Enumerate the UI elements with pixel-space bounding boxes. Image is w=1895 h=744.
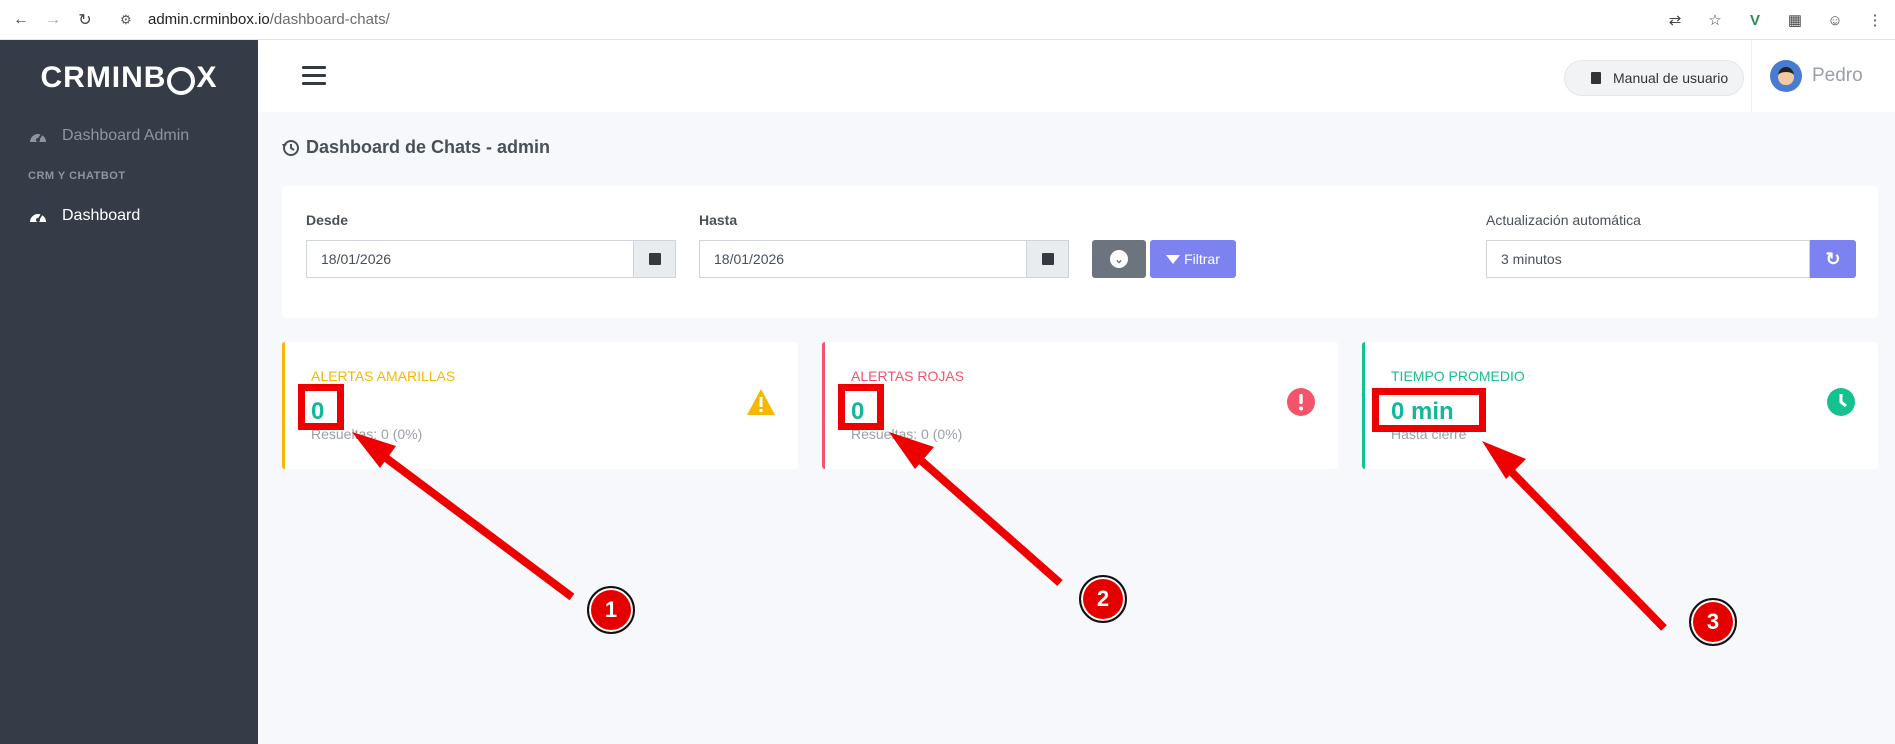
tachometer-icon <box>28 126 48 146</box>
red-alerts-card: ALERTAS ROJAS 0 Resueltas: 0 (0%) <box>822 342 1338 469</box>
sidebar-item-dashboard-admin[interactable]: Dashboard Admin <box>0 116 258 156</box>
filter-button-label: Filtrar <box>1184 251 1220 267</box>
refresh-icon: ↻ <box>1825 248 1841 269</box>
chat-bubble-logo-icon <box>167 67 196 95</box>
toggle-filters-button[interactable]: ⌄ <box>1092 240 1146 278</box>
top-header: Manual de usuario Pedro <box>258 40 1895 112</box>
brand-text-left: CRMINB <box>40 61 167 94</box>
user-name: Pedro <box>1812 65 1863 86</box>
back-icon[interactable]: ← <box>10 9 32 31</box>
annotation-highlight-3 <box>1372 388 1486 432</box>
clock-icon <box>1827 388 1855 416</box>
brand-text-right: X <box>196 61 218 94</box>
annotation-highlight-1 <box>298 384 344 430</box>
sidebar-item-label: Dashboard <box>62 207 141 224</box>
url-path: /dashboard-chats/ <box>269 11 390 28</box>
sidebar-item-label: Dashboard Admin <box>62 127 190 144</box>
refresh-button[interactable]: ↻ <box>1810 240 1856 278</box>
card-title: ALERTAS ROJAS <box>851 368 965 384</box>
page-title-text: Dashboard de Chats - admin <box>306 137 551 157</box>
chevron-down-icon: ⌄ <box>1110 250 1128 268</box>
card-title: ALERTAS AMARILLAS <box>311 368 456 384</box>
history-icon <box>282 139 299 156</box>
annotation-highlight-2 <box>838 384 884 430</box>
vue-extension-icon[interactable]: V <box>1745 10 1765 30</box>
address-bar[interactable]: ⚙ admin.crminbox.io/dashboard-chats/ <box>120 11 390 28</box>
calendar-icon <box>648 253 661 265</box>
browser-actions: ⇄ ☆ V ▦ ☺ ⋮ <box>1665 0 1885 40</box>
book-icon <box>1591 72 1601 84</box>
annotation-badge-1: 1 <box>587 586 635 634</box>
extensions-icon[interactable]: ▦ <box>1785 10 1805 30</box>
calendar-icon <box>1041 253 1054 265</box>
desde-label: Desde <box>306 212 349 228</box>
browser-toolbar: ← → ↻ ⚙ admin.crminbox.io/dashboard-chat… <box>0 0 1895 40</box>
warning-icon <box>747 389 775 415</box>
annotation-badge-2: 2 <box>1079 575 1127 623</box>
annotation-badge-3: 3 <box>1689 598 1737 646</box>
filter-card: Desde 18/01/2026 Hasta 18/01/2026 ⌄ Filt… <box>282 186 1878 318</box>
exclamation-icon <box>1287 388 1315 416</box>
sidebar: CRMINB X Dashboard Admin CRM Y CHATBOT Da… <box>0 40 258 744</box>
filter-icon <box>1166 254 1181 264</box>
card-title: TIEMPO PROMEDIO <box>1391 368 1525 384</box>
bookmark-star-icon[interactable]: ☆ <box>1705 10 1725 30</box>
yellow-alerts-card: ALERTAS AMARILLAS 0 Resueltas: 0 (0%) <box>282 342 798 469</box>
avatar <box>1770 60 1802 92</box>
brand-logo[interactable]: CRMINB X <box>0 40 258 116</box>
hasta-label: Hasta <box>699 212 738 228</box>
menu-icon[interactable]: ⋮ <box>1865 10 1885 30</box>
hasta-calendar-button[interactable] <box>1027 240 1069 278</box>
page-title: Dashboard de Chats - admin <box>282 137 550 158</box>
auto-refresh-select[interactable]: 3 minutos <box>1486 240 1810 278</box>
desde-date-input[interactable]: 18/01/2026 <box>306 240 634 278</box>
auto-refresh-label: Actualización automática <box>1486 212 1641 228</box>
hasta-date-input[interactable]: 18/01/2026 <box>699 240 1027 278</box>
hamburger-menu-icon[interactable] <box>302 66 326 86</box>
user-menu[interactable]: Pedro <box>1751 40 1895 112</box>
site-settings-icon[interactable]: ⚙ <box>120 12 136 28</box>
profile-icon[interactable]: ☺ <box>1825 10 1845 30</box>
reload-icon[interactable]: ↻ <box>74 9 96 31</box>
manual-label: Manual de usuario <box>1613 70 1729 86</box>
url-host: admin.crminbox.io <box>148 11 270 28</box>
sidebar-item-dashboard[interactable]: Dashboard <box>0 196 258 236</box>
translate-icon[interactable]: ⇄ <box>1665 10 1685 30</box>
forward-icon[interactable]: → <box>42 9 64 31</box>
desde-calendar-button[interactable] <box>634 240 676 278</box>
user-manual-button[interactable]: Manual de usuario <box>1564 60 1744 96</box>
tachometer-icon <box>28 206 48 226</box>
filter-button[interactable]: Filtrar <box>1150 240 1236 278</box>
sidebar-section-header: CRM Y CHATBOT <box>28 170 126 182</box>
